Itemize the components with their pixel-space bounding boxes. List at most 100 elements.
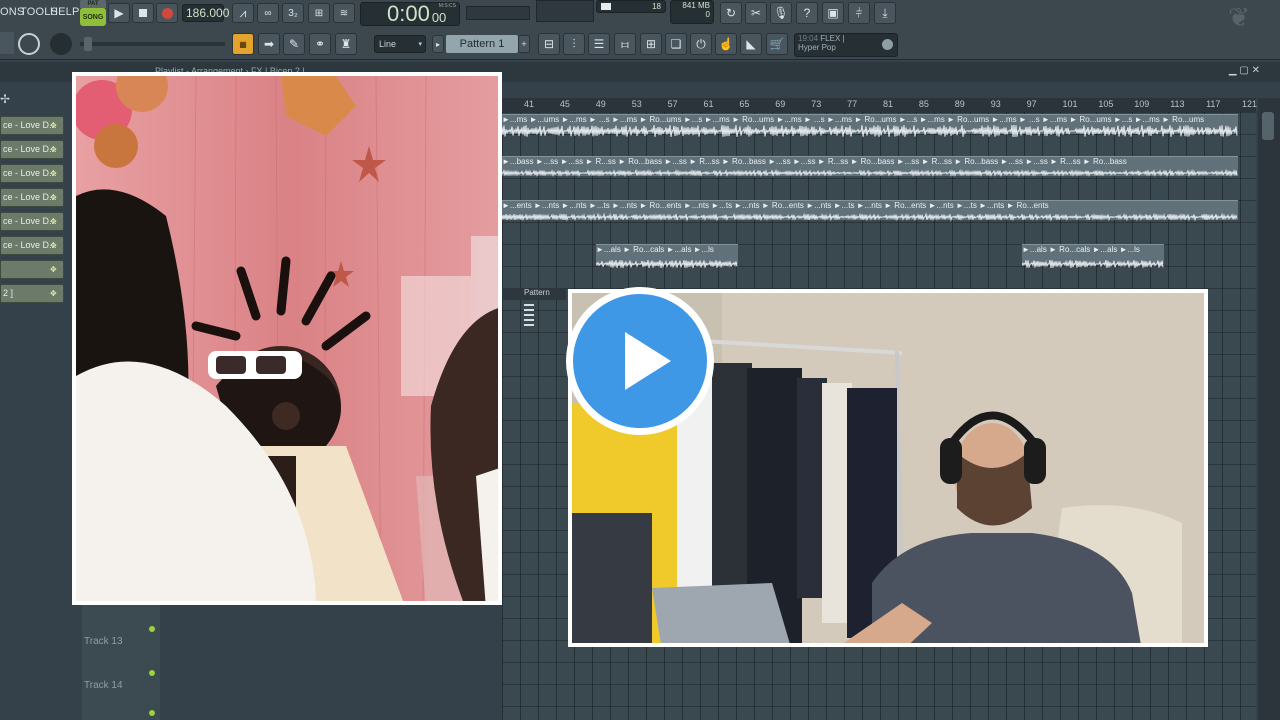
window-controls[interactable]: ▁ ▢ ✕ <box>1229 65 1260 76</box>
countdown-button[interactable]: 3₂ <box>282 3 304 23</box>
pattern-mode-button[interactable]: PAT <box>80 0 106 8</box>
save-button[interactable]: ▣ <box>822 2 844 24</box>
cpu-value: 18 <box>652 2 661 11</box>
news-subtitle: Hyper Pop <box>798 43 836 52</box>
pattern-prev-button[interactable]: ▸ <box>432 35 444 53</box>
master-volume-knob[interactable] <box>18 33 40 55</box>
time-display[interactable]: 0:00 00 M:S:CS <box>360 1 460 26</box>
audio-editor-button[interactable]: ◣ <box>740 33 762 55</box>
project-info-button[interactable]: ❏ <box>665 33 687 55</box>
artist-photo <box>72 72 502 605</box>
track-header-label: ce - Love D... <box>3 120 57 130</box>
mic-button[interactable]: 🎙 <box>770 2 792 24</box>
ruler-tick: 113 <box>1170 99 1185 109</box>
snap-magnet-button[interactable]: ▦ <box>232 33 254 55</box>
track-header-label: ce - Love D... <box>3 144 57 154</box>
playlist-tools-icon[interactable]: ✢ <box>0 92 20 110</box>
brush-icon: ✎ <box>288 37 300 51</box>
panel-handle[interactable] <box>0 32 14 54</box>
snap-select[interactable]: Line ▾ <box>374 35 426 53</box>
help-button[interactable]: ? <box>796 2 818 24</box>
track-13-label[interactable]: Track 13 <box>84 636 123 647</box>
track-13-mute-led[interactable] <box>149 626 155 632</box>
track-header[interactable]: ce - Love D... ✥ <box>0 164 64 183</box>
track-14-mute-led[interactable] <box>149 670 155 676</box>
track-handle-icon[interactable]: ✥ <box>50 193 59 202</box>
pattern-selector[interactable]: Pattern 1 <box>446 35 518 53</box>
clip-instruments-label: ►...ents ►...nts ►...nts ►...ts ►...nts … <box>502 201 1049 210</box>
master-pitch-knob[interactable] <box>50 33 72 55</box>
undo-button[interactable]: ↻ <box>720 2 742 24</box>
arrow-tool-button[interactable]: ➡ <box>258 33 280 55</box>
channel-rack-icon: ☰ <box>593 37 605 51</box>
master-slider[interactable] <box>80 42 225 46</box>
voices-value: 0 <box>705 10 710 19</box>
clip-vocals-1[interactable]: ►...als ► Ro...cals ►...als ►...ls <box>596 244 738 269</box>
link-tool-button[interactable]: ⚭ <box>309 33 331 55</box>
track-handle-icon[interactable]: ✥ <box>50 121 59 130</box>
play-icon: ▶ <box>114 6 124 20</box>
piano-roll-button[interactable]: ⫶ <box>563 33 585 55</box>
record-button[interactable] <box>156 3 178 23</box>
globe-icon <box>882 39 893 50</box>
pattern-tab[interactable]: Pattern <box>502 288 566 300</box>
playlist-button[interactable]: ⊟ <box>538 33 560 55</box>
channel-rack-button[interactable]: ☰ <box>588 33 610 55</box>
ruler-tick: 121 <box>1242 99 1258 109</box>
cut-button[interactable]: ✂ <box>745 2 767 24</box>
ruler-tick: 57 <box>667 99 678 109</box>
vertical-scrollbar-thumb[interactable] <box>1262 112 1274 140</box>
export-button[interactable]: ⤓ <box>874 2 896 24</box>
track-handle-icon[interactable]: ✥ <box>50 217 59 226</box>
blend-notes-button[interactable]: ≋ <box>333 3 355 23</box>
video-play-button[interactable] <box>566 287 714 435</box>
stop-button[interactable] <box>132 3 154 23</box>
track-header[interactable]: ce - Love D... ✥ <box>0 140 64 159</box>
clip-bass-row[interactable]: ►...bass ►...ss ►...ss ► R...ss ► Ro...b… <box>502 156 1238 178</box>
clip-vocals-2[interactable]: ►...als ► Ro...cals ►...als ►...ls <box>1022 244 1164 269</box>
microphone-icon: 🎙 <box>773 6 789 20</box>
stamp-tool-button[interactable]: ♜ <box>335 33 357 55</box>
track-header[interactable]: ce - Love D... ✥ <box>0 116 64 135</box>
track-14-label[interactable]: Track 14 <box>84 680 123 691</box>
metronome-button[interactable]: ⩘ <box>232 3 254 23</box>
ruler-tick: 97 <box>1026 99 1037 109</box>
touch-controller-button[interactable]: ☝ <box>715 33 737 55</box>
shop-button[interactable]: 🛒 <box>766 33 788 55</box>
track-header[interactable]: ce - Love D... ✥ <box>0 212 64 231</box>
vertical-scrollbar[interactable] <box>1258 98 1280 720</box>
brush-tool-button[interactable]: ✎ <box>283 33 305 55</box>
clip-instruments-row[interactable]: ►...ents ►...nts ►...nts ►...ts ►...nts … <box>502 200 1238 222</box>
track-handle-icon[interactable]: ✥ <box>50 241 59 250</box>
track-header[interactable]: ce - Love D... ✥ <box>0 188 64 207</box>
instruments-waveform <box>502 212 1238 222</box>
track-handle-icon[interactable]: ✥ <box>50 289 59 298</box>
ruler-tick: 101 <box>1062 99 1078 109</box>
track-header[interactable]: 2 ] ✥ <box>0 284 64 303</box>
plugin-db-button[interactable]: ⏻ <box>690 33 712 55</box>
timeline-ruler[interactable]: 41 45 49 53 57 61 65 69 73 77 81 85 89 93 97 101 105 109 1… <box>502 98 1258 112</box>
metronome-icon: ⩘ <box>239 5 247 20</box>
wait-input-button[interactable]: ∞ <box>257 3 279 23</box>
clip-drums-row[interactable]: ►...ms ►...ums ►...ms ► ...s ►...ms ► Ro… <box>502 114 1238 138</box>
track-15-mute-led[interactable] <box>149 710 155 716</box>
master-slider-handle[interactable] <box>84 37 92 51</box>
news-panel[interactable]: 19:04 FLEX | Hyper Pop <box>794 33 898 57</box>
track-header[interactable]: ce - Love D... ✥ <box>0 236 64 255</box>
tempo-display[interactable]: 186.000 <box>182 4 229 22</box>
song-mode-button[interactable]: SONG <box>80 8 106 26</box>
step-edit-button[interactable]: ⊞ <box>308 3 330 23</box>
mixer-button[interactable]: ⧦ <box>614 33 636 55</box>
track-handle-icon[interactable]: ✥ <box>50 169 59 178</box>
play-button[interactable]: ▶ <box>108 3 130 23</box>
track-header[interactable]: ✥ <box>0 260 64 279</box>
pitch-slider[interactable] <box>466 6 530 20</box>
add-pattern-button[interactable]: + <box>518 35 530 53</box>
browser-button[interactable]: ⊞ <box>640 33 662 55</box>
track-handle-icon[interactable]: ✥ <box>50 265 59 274</box>
ruler-tick: 85 <box>918 99 929 109</box>
ruler-tick: 117 <box>1206 99 1221 109</box>
menu-help[interactable]: HELP <box>50 6 80 18</box>
mixer-toggle-button[interactable]: ⫩ <box>848 2 870 24</box>
track-handle-icon[interactable]: ✥ <box>50 145 59 154</box>
